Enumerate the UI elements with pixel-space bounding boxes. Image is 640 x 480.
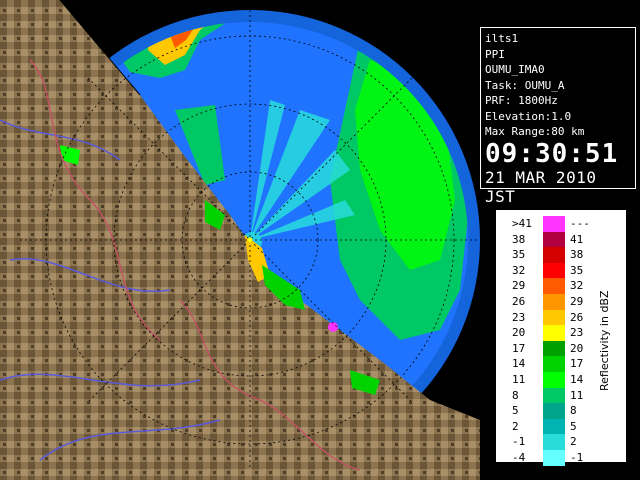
info-task: Task: OUMU_A bbox=[485, 78, 565, 92]
legend-color-swatch bbox=[543, 231, 565, 248]
legend-row: 35 38 bbox=[512, 247, 592, 263]
info-date: 21 MAR 2010 JST bbox=[485, 167, 597, 206]
legend-upper-bound: 29 bbox=[570, 294, 584, 308]
info-product: PPI bbox=[485, 47, 505, 61]
legend-upper-bound: 38 bbox=[570, 248, 584, 262]
legend-row: 23 26 bbox=[512, 309, 592, 326]
legend-lower-bound: 35 bbox=[512, 248, 526, 262]
legend-color-swatch bbox=[543, 309, 565, 326]
legend-lower-bound: 26 bbox=[512, 294, 526, 308]
legend-upper-bound: 20 bbox=[570, 341, 584, 355]
legend-lower-bound: 32 bbox=[512, 263, 526, 277]
legend-row: 17 20 bbox=[512, 340, 592, 357]
legend-upper-bound: 23 bbox=[570, 326, 584, 340]
legend-color-swatch bbox=[543, 356, 565, 372]
legend-upper-bound: 32 bbox=[570, 279, 584, 293]
legend-lower-bound: 8 bbox=[512, 388, 519, 402]
info-ingest: OUMU_IMA0 bbox=[485, 63, 545, 76]
legend-color-swatch bbox=[543, 340, 565, 357]
legend-row: 26 29 bbox=[512, 293, 592, 310]
radar-map-svg bbox=[0, 0, 480, 480]
legend-upper-bound: 26 bbox=[570, 310, 584, 324]
legend-color-swatch bbox=[543, 216, 565, 232]
legend-row: 25 bbox=[512, 418, 592, 435]
legend-lower-bound: 17 bbox=[512, 341, 526, 355]
legend-color-swatch bbox=[543, 434, 565, 450]
legend-rows: >41 --- 38 41 35 38 32 35 29 32 26 29 23 26 20 23 17 20 14… bbox=[512, 216, 592, 466]
legend-upper-bound: 35 bbox=[570, 263, 584, 277]
legend-lower-bound: 5 bbox=[512, 404, 519, 418]
legend-upper-bound: --- bbox=[570, 217, 590, 230]
legend-lower-bound: -4 bbox=[512, 450, 526, 464]
legend-upper-bound: 5 bbox=[570, 419, 577, 433]
legend-lower-bound: 20 bbox=[512, 326, 526, 340]
legend-title: Reflectivity in dBZ bbox=[598, 290, 611, 392]
legend-row: 58 bbox=[512, 403, 592, 419]
legend-upper-bound: 41 bbox=[570, 232, 584, 246]
legend-color-swatch bbox=[543, 247, 565, 263]
legend-lower-bound: 23 bbox=[512, 310, 526, 324]
legend-row: 32 35 bbox=[512, 262, 592, 279]
legend-lower-bound: >41 bbox=[512, 217, 532, 230]
legend-lower-bound: 11 bbox=[512, 372, 526, 386]
legend-row: 8 11 bbox=[512, 387, 592, 404]
legend-upper-bound: 8 bbox=[570, 404, 577, 418]
legend-row: -1 2 bbox=[512, 434, 592, 450]
legend-upper-bound: 2 bbox=[570, 435, 577, 449]
legend-color-swatch bbox=[543, 418, 565, 435]
info-max-range: Max Range:80 km bbox=[485, 125, 585, 138]
legend-color-swatch bbox=[543, 387, 565, 404]
legend-color-swatch bbox=[543, 278, 565, 294]
info-time: 09:30:51 bbox=[485, 138, 619, 169]
legend-color-swatch bbox=[543, 371, 565, 388]
legend-row: 20 23 bbox=[512, 325, 592, 341]
legend-row: 14 17 bbox=[512, 356, 592, 372]
legend-lower-bound: 14 bbox=[512, 357, 526, 371]
legend-upper-bound: 11 bbox=[570, 388, 584, 402]
legend-lower-bound: 38 bbox=[512, 232, 526, 246]
legend-row: 38 41 bbox=[512, 231, 592, 248]
radar-ppi-display bbox=[0, 0, 480, 480]
legend-color-swatch bbox=[543, 325, 565, 341]
legend-lower-bound: 29 bbox=[512, 279, 526, 293]
info-elevation: Elevation:1.0 bbox=[485, 109, 572, 123]
legend-lower-bound: -1 bbox=[512, 435, 526, 449]
legend-color-swatch bbox=[543, 403, 565, 419]
legend-row: >41 --- bbox=[512, 216, 592, 232]
reflectivity-legend: >41 --- 38 41 35 38 32 35 29 32 26 29 23 26 20 23 17 20 14… bbox=[496, 210, 626, 466]
info-prf: PRF: 1800Hz bbox=[485, 94, 558, 107]
legend-row: 29 32 bbox=[512, 278, 592, 294]
legend-lower-bound: 2 bbox=[512, 419, 519, 433]
legend-row: 11 14 bbox=[512, 371, 592, 388]
legend-upper-bound: 17 bbox=[570, 357, 584, 371]
legend-color-swatch bbox=[543, 449, 565, 466]
legend-upper-bound: -1 bbox=[570, 450, 584, 464]
legend-upper-bound: 14 bbox=[570, 372, 584, 386]
radar-site-marker bbox=[247, 237, 253, 243]
info-site: ilts1 bbox=[485, 32, 519, 45]
legend-color-swatch bbox=[543, 262, 565, 279]
info-panel: ilts1 PPI OUMU_IMA0 Task: OUMU_A PRF: 18… bbox=[480, 27, 636, 206]
legend-color-swatch bbox=[543, 293, 565, 310]
legend-row: -4 -1 bbox=[512, 449, 592, 466]
